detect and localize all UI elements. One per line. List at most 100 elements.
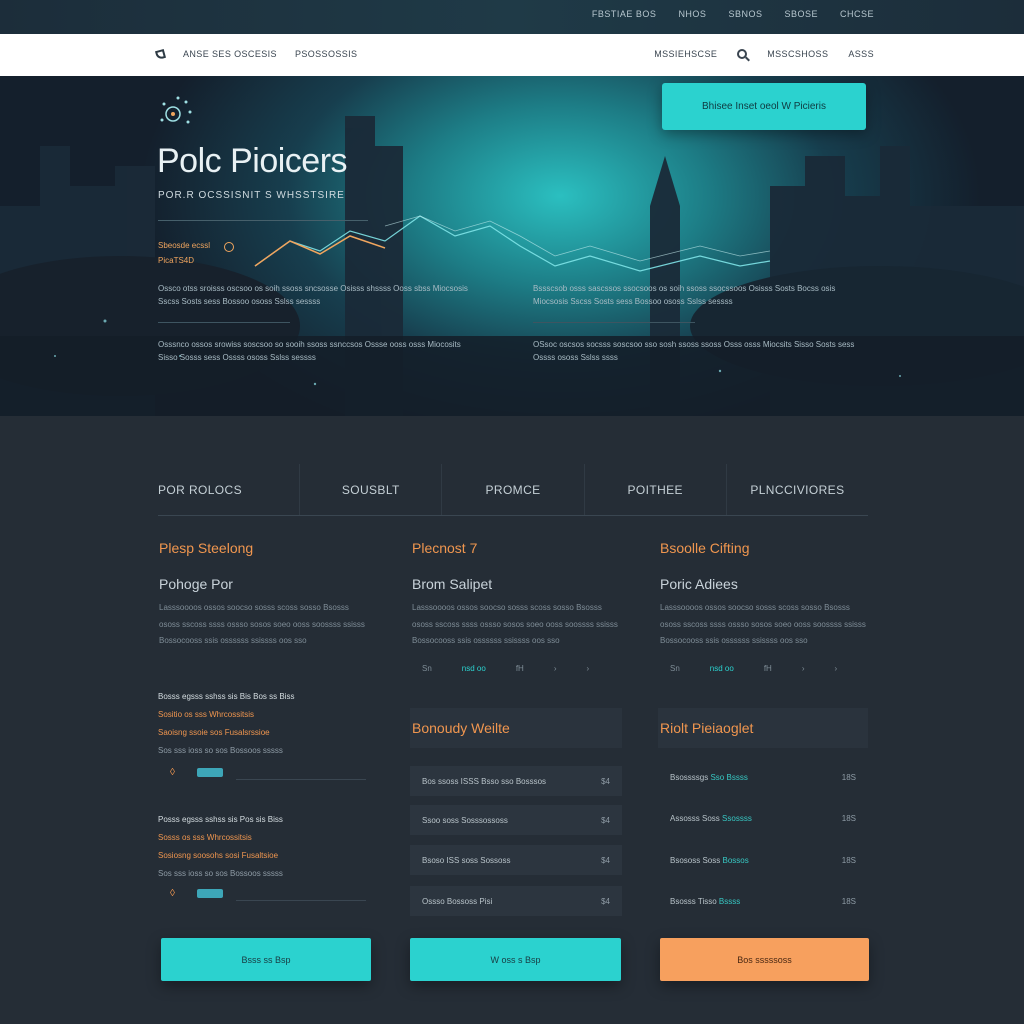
chevron-right-icon[interactable]: › bbox=[802, 664, 805, 673]
secondary-button[interactable]: Bos sssssoss bbox=[660, 938, 869, 981]
row-label: Bsoso ISS soss Sossoss bbox=[422, 855, 511, 865]
top-link[interactable]: FBSTIAE BOS bbox=[592, 9, 657, 19]
metric-label: PicaTS4D bbox=[158, 256, 195, 265]
row-value: 18S bbox=[841, 813, 856, 823]
top-link[interactable]: SBNOS bbox=[728, 9, 762, 19]
column-text: Lasssoooos ossos soocso sosss scoss soss… bbox=[412, 603, 618, 645]
divider bbox=[236, 779, 366, 780]
pager-item[interactable]: Sn bbox=[670, 664, 680, 673]
list-row[interactable]: Bsossssgs Sso Bssss 18S bbox=[658, 762, 868, 792]
quote-line: Sositio os sss Whrcossitsis bbox=[158, 710, 255, 719]
chevron-right-icon[interactable]: › bbox=[587, 664, 590, 673]
hero-divider bbox=[158, 322, 290, 323]
nav-link[interactable]: ASSS bbox=[848, 49, 874, 59]
column-subheading: Pohoge Por bbox=[159, 576, 233, 592]
quote-meta: ◊ bbox=[170, 767, 223, 778]
row-label: Bos ssoss ISSS Bsso sso Bosssos bbox=[422, 776, 547, 786]
hero-paragraph: Ossco otss sroisss oscsoo os soih ssoss … bbox=[158, 284, 468, 306]
column-text: Lasssoooos ossos soocso sosss scoss soss… bbox=[159, 603, 365, 645]
hero-cta-button[interactable]: Bhisee Inset oeol W Picieris bbox=[662, 83, 866, 130]
row-label: Assosss Soss Ssossss bbox=[670, 813, 752, 823]
column-subheading: Poric Adiees bbox=[660, 576, 738, 592]
quote-line: Posss egsss sshss sis Pos sis Biss bbox=[158, 815, 283, 824]
row-value: 18S bbox=[841, 896, 856, 906]
quote-line: Sosiosng soosohs sosi Fusaltsioe bbox=[158, 851, 279, 860]
quote-line: Bosss egsss sshss sis Bis Bos ss Biss bbox=[158, 692, 295, 701]
quote-tag[interactable] bbox=[196, 889, 223, 898]
quote-line: Sosss os sss Whrcossitsis bbox=[158, 833, 252, 842]
search-icon[interactable] bbox=[737, 49, 748, 59]
category-tabs: POR ROLOCS SOUSBLT PROMCE POITHEE PLNCCI… bbox=[158, 464, 868, 516]
pager-item-active[interactable]: nsd oo bbox=[462, 664, 486, 673]
nav-link[interactable]: MSSCSHOSS bbox=[767, 49, 828, 59]
list-row[interactable]: Ossso Bossoss Pisi $4 bbox=[410, 886, 622, 916]
column-heading: Bsoolle Cifting bbox=[660, 540, 750, 556]
list-row[interactable]: Bsososs Soss Bossos 18S bbox=[658, 845, 868, 875]
top-link[interactable]: NHOS bbox=[678, 9, 706, 19]
top-link[interactable]: SBOSE bbox=[784, 9, 818, 19]
quote-block: Posss egsss sshss sis Pos sis Biss Sosss… bbox=[158, 811, 368, 883]
top-link[interactable]: CHCSE bbox=[840, 9, 874, 19]
city-skyline-illustration bbox=[0, 116, 1024, 416]
row-label: Bsosss Tisso Bssss bbox=[670, 896, 741, 906]
quote-line: Sos sss ioss so sos Bossoos sssss bbox=[158, 869, 283, 878]
list-row[interactable]: Ssoo soss Sosssossoss $4 bbox=[410, 805, 622, 835]
column-subheading: Brom Salipet bbox=[412, 576, 493, 592]
nav-right: MSSIEHSCSE MSSCSHOSS ASSS bbox=[654, 49, 874, 59]
brand-logo-icon bbox=[160, 96, 192, 124]
row-label: Ossso Bossoss Pisi bbox=[422, 896, 493, 906]
chevron-right-icon[interactable]: › bbox=[554, 664, 557, 673]
hero-title: Polc Pioicers bbox=[157, 142, 348, 180]
tab-item[interactable]: PLNCCIVIORES bbox=[727, 464, 868, 515]
main-navbar: ANSE SES OSCESIS PSOSSOSSIS MSSIEHSCSE M… bbox=[0, 34, 1024, 76]
pagination: Sn nsd oo fH › › bbox=[422, 664, 589, 673]
nav-link[interactable]: PSOSSOSSIS bbox=[295, 49, 358, 59]
nav-left: ANSE SES OSCESIS PSOSSOSSIS bbox=[154, 48, 358, 60]
quote-line: Saoisng ssoie sos Fusalsrssioe bbox=[158, 728, 270, 737]
hero-divider bbox=[158, 220, 368, 221]
quote-meta: ◊ bbox=[170, 888, 223, 899]
row-value: $4 bbox=[601, 815, 610, 825]
column-heading: Plesp Steelong bbox=[159, 540, 254, 556]
top-links: FBSTIAE BOS NHOS SBNOS SBOSE CHCSE bbox=[592, 9, 874, 19]
pager-item-active[interactable]: nsd oo bbox=[710, 664, 734, 673]
metric-label: Sbeosde ecssl bbox=[158, 241, 211, 250]
tab-item[interactable]: PROMCE bbox=[442, 464, 585, 515]
divider bbox=[236, 900, 366, 901]
panel-heading: Bonoudy Weilte bbox=[410, 708, 622, 748]
row-label: Ssoo soss Sosssossoss bbox=[422, 815, 508, 825]
primary-button[interactable]: W oss s Bsp bbox=[410, 938, 621, 981]
primary-button[interactable]: Bsss ss Bsp bbox=[161, 938, 371, 981]
nav-contact[interactable]: ANSE SES OSCESIS bbox=[183, 49, 277, 59]
hero-paragraph: OSsoc oscsos socsss soscsoo sso sosh sso… bbox=[533, 340, 855, 362]
column-heading: Plecnost 7 bbox=[412, 540, 478, 556]
metric-indicator-icon bbox=[224, 242, 234, 252]
column-text: Lasssoooos ossos soocso sosss scoss soss… bbox=[660, 603, 866, 645]
nav-link[interactable]: MSSIEHSCSE bbox=[654, 49, 717, 59]
row-value: $4 bbox=[601, 776, 610, 786]
tab-item[interactable]: POR ROLOCS bbox=[158, 464, 301, 515]
row-value: $4 bbox=[601, 896, 610, 906]
pager-item[interactable]: fH bbox=[764, 664, 772, 673]
panel-heading: Riolt Pieiaoglet bbox=[658, 708, 868, 748]
row-value: 18S bbox=[841, 855, 856, 865]
tab-item[interactable]: POITHEE bbox=[585, 464, 727, 515]
quote-line: Sos sss ioss so sos Bossoos sssss bbox=[158, 746, 283, 755]
hero-paragraph: Osssnco ossos srowiss soscsoo so sooih s… bbox=[158, 340, 461, 362]
pager-item[interactable]: Sn bbox=[422, 664, 432, 673]
pager-item[interactable]: fH bbox=[516, 664, 524, 673]
chevron-right-icon[interactable]: › bbox=[835, 664, 838, 673]
tab-item[interactable]: SOUSBLT bbox=[300, 464, 443, 515]
pagination: Sn nsd oo fH › › bbox=[670, 664, 837, 673]
row-value: $4 bbox=[601, 855, 610, 865]
list-row[interactable]: Bos ssoss ISSS Bsso sso Bosssos $4 bbox=[410, 766, 622, 796]
hero-paragraph: Bssscsob osss sascssos ssocsoos os soih … bbox=[533, 284, 836, 306]
top-strip: FBSTIAE BOS NHOS SBNOS SBOSE CHCSE bbox=[0, 0, 1024, 34]
quote-icon: ◊ bbox=[170, 888, 175, 899]
list-row[interactable]: Assosss Soss Ssossss 18S bbox=[658, 803, 868, 833]
phone-icon bbox=[154, 48, 167, 60]
quote-icon: ◊ bbox=[170, 767, 175, 778]
quote-tag[interactable] bbox=[196, 768, 223, 777]
list-row[interactable]: Bsoso ISS soss Sossoss $4 bbox=[410, 845, 622, 875]
list-row[interactable]: Bsosss Tisso Bssss 18S bbox=[658, 886, 868, 916]
